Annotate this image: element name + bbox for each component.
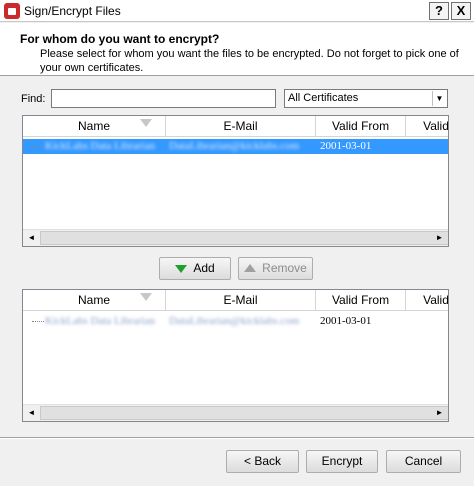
footer-divider [0, 437, 474, 439]
remove-button-label: Remove [262, 261, 307, 275]
window-title: Sign/Encrypt Files [24, 4, 121, 18]
arrow-down-icon [175, 265, 188, 273]
scroll-left-icon[interactable]: ◄ [23, 230, 40, 246]
tree-connector [32, 321, 44, 322]
column-header-valid-from[interactable]: Valid From [316, 116, 406, 137]
cancel-button[interactable]: Cancel [386, 450, 461, 473]
find-input[interactable] [51, 89, 276, 108]
recipients-list[interactable]: Name E-Mail Valid From Valid KickLabs Da… [22, 289, 449, 422]
column-header-valid-to[interactable]: Valid [406, 116, 448, 137]
column-header-name-label: Name [77, 119, 110, 133]
column-header-email[interactable]: E-Mail [166, 290, 316, 311]
column-header-valid-to[interactable]: Valid [406, 290, 448, 311]
certificate-email: DataLibrarian@kicklabs.com [169, 315, 300, 327]
encrypt-button[interactable]: Encrypt [306, 450, 378, 473]
page-description: Please select for whom you want the file… [40, 48, 459, 74]
page-title: For whom do you want to encrypt? [20, 32, 220, 46]
column-header-name-label: Name [77, 293, 110, 307]
remove-button[interactable]: Remove [238, 257, 313, 280]
table-row[interactable]: KickLabs Data Librarian DataLibrarian@ki… [23, 139, 448, 154]
column-header-name[interactable]: Name [23, 290, 166, 311]
column-header-email[interactable]: E-Mail [166, 116, 316, 137]
chevron-down-icon[interactable]: ▼ [432, 91, 446, 106]
scrollbar-thumb[interactable] [40, 231, 448, 245]
tree-connector [32, 146, 44, 147]
scroll-left-icon[interactable]: ◄ [23, 405, 40, 421]
scroll-right-icon[interactable]: ► [431, 230, 448, 246]
close-button[interactable]: X [451, 2, 471, 20]
column-header-name[interactable]: Name [23, 116, 166, 137]
certificate-valid-from: 2001-03-01 [320, 140, 372, 152]
app-icon [4, 3, 20, 19]
horizontal-scrollbar[interactable]: ◄ ► [23, 404, 448, 421]
find-label: Find: [21, 93, 46, 105]
scroll-right-icon[interactable]: ► [431, 405, 448, 421]
add-button[interactable]: Add [159, 257, 231, 280]
certificate-filter-select[interactable]: All Certificates ▼ [284, 89, 448, 108]
back-button[interactable]: < Back [226, 450, 299, 473]
sort-indicator-icon [140, 293, 152, 301]
wizard-header: For whom do you want to encrypt? Please … [0, 23, 474, 76]
table-row[interactable]: KickLabs Data Librarian DataLibrarian@ki… [23, 314, 448, 329]
certificate-valid-from: 2001-03-01 [320, 315, 372, 327]
certificate-name: KickLabs Data Librarian [45, 315, 155, 327]
sort-indicator-icon [140, 119, 152, 127]
certificate-email: DataLibrarian@kicklabs.com [169, 140, 300, 152]
add-button-label: Add [193, 261, 215, 275]
scrollbar-thumb[interactable] [40, 406, 448, 420]
column-header-valid-from[interactable]: Valid From [316, 290, 406, 311]
certificate-name: KickLabs Data Librarian [45, 140, 155, 152]
available-certificates-list[interactable]: Name E-Mail Valid From Valid KickLabs Da… [22, 115, 449, 247]
certificate-filter-value: All Certificates [288, 92, 359, 104]
arrow-up-icon [244, 264, 257, 272]
title-bar: Sign/Encrypt Files ? X [0, 0, 474, 22]
horizontal-scrollbar[interactable]: ◄ ► [23, 229, 448, 246]
help-button[interactable]: ? [429, 2, 449, 20]
